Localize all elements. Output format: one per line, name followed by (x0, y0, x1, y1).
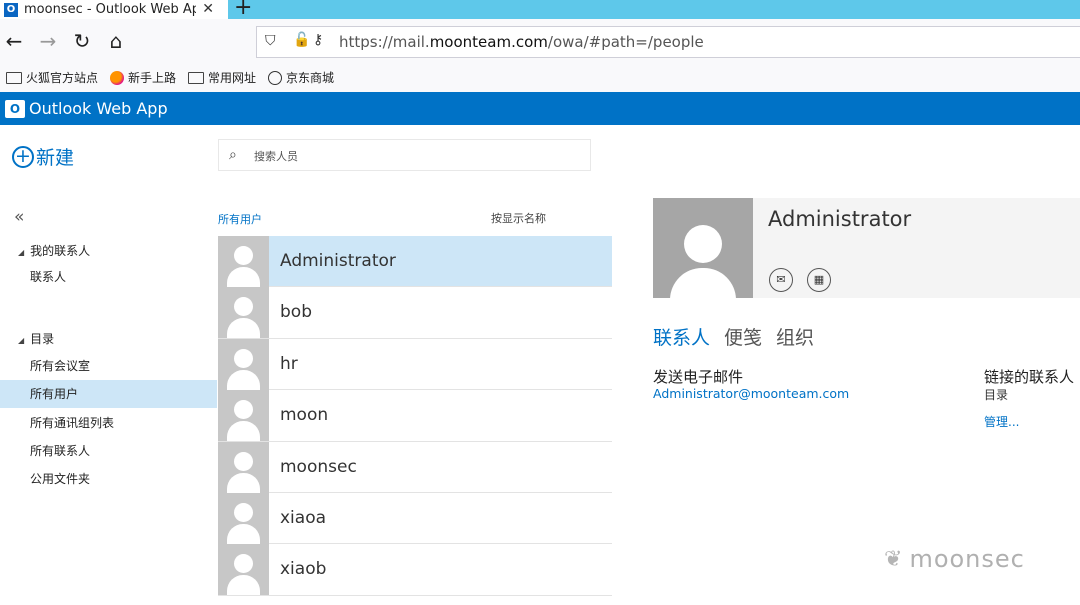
contact-email-link[interactable]: Administrator@moonteam.com (653, 386, 849, 401)
search-placeholder: 搜索人员 (254, 150, 298, 163)
reload-icon[interactable]: ↻ (70, 29, 94, 53)
nav-item-public-folders[interactable]: 公用文件夹 (0, 465, 217, 493)
folder-icon (6, 71, 22, 84)
shield-icon[interactable]: ⛉ (265, 33, 276, 49)
tab-close-icon[interactable]: ✕ (202, 0, 214, 19)
person-name: Administrator (280, 251, 396, 271)
url-bar[interactable]: ⛉ 🔓 ⚷ https://mail.moonteam.com/owa/#pat… (256, 26, 1080, 58)
contact-photo (653, 198, 753, 298)
email-envelope-icon[interactable]: ✉ (769, 268, 793, 292)
avatar (218, 544, 269, 596)
wechat-icon: ❦ (884, 546, 904, 572)
calendar-icon[interactable]: ▦ (807, 268, 831, 292)
bookmark-item[interactable]: 常用网址 (188, 69, 256, 86)
nav-item-all-distribution-lists[interactable]: 所有通讯组列表 (0, 409, 217, 437)
nav-group-my-contacts[interactable]: ◢ 我的联系人 (18, 242, 90, 259)
bookmarks-toolbar: 火狐官方站点 新手上路 常用网址 京东商城 (0, 63, 1080, 92)
linked-contacts-source: 目录 (984, 388, 1009, 402)
bookmark-item[interactable]: 新手上路 (110, 69, 176, 86)
owa-header: O Outlook Web App (0, 92, 1080, 125)
key-icon[interactable]: ⚷ (313, 32, 323, 48)
list-filter-dropdown[interactable]: 所有用户 (218, 211, 262, 227)
url-text[interactable]: https://mail.moonteam.com/owa/#path=/peo… (339, 33, 704, 51)
nav-item-all-rooms[interactable]: 所有会议室 (0, 352, 217, 380)
nav-item-all-contacts[interactable]: 所有联系人 (0, 437, 217, 465)
home-icon[interactable]: ⌂ (104, 29, 128, 53)
watermark: ❦ moonsec (884, 545, 1025, 573)
person-row-bob[interactable]: bob (218, 287, 612, 339)
person-name: xiaob (280, 559, 327, 580)
manage-link[interactable]: 管理... (984, 413, 1019, 430)
contact-name: Administrator (768, 207, 912, 231)
person-name: xiaoa (280, 507, 327, 528)
tab-notes[interactable]: 便笺 (724, 323, 762, 350)
search-people-input[interactable]: ⌕ 搜索人员 (218, 139, 591, 171)
avatar (218, 492, 269, 544)
browser-tab[interactable]: O moonsec - Outlook Web App ✕ (0, 0, 228, 19)
avatar (218, 338, 269, 390)
outlook-favicon-icon: O (4, 2, 18, 17)
collapse-triangle-icon[interactable]: ◢ (18, 336, 24, 345)
linked-contacts-label: 链接的联系人 (984, 368, 1075, 386)
search-icon: ⌕ (229, 147, 237, 163)
tab-strip: O moonsec - Outlook Web App ✕ + (0, 0, 1080, 20)
send-email-label: 发送电子邮件 (653, 368, 744, 386)
lock-warning-icon[interactable]: 🔓 (293, 32, 310, 48)
collapse-pane-icon[interactable]: « (14, 207, 24, 227)
person-row-moon[interactable]: moon (218, 390, 612, 442)
avatar (218, 390, 269, 442)
tab-title: moonsec - Outlook Web App (24, 2, 196, 17)
person-row-administrator[interactable]: Administrator (218, 236, 612, 288)
outlook-logo-icon[interactable]: O (5, 99, 25, 118)
people-list: Administrator bob hr moon moonsec xiaoa … (218, 236, 612, 596)
new-button[interactable]: + 新建 (12, 143, 74, 170)
person-name: moon (280, 405, 329, 426)
globe-icon (268, 70, 283, 85)
bookmark-item[interactable]: 火狐官方站点 (6, 69, 98, 86)
nav-item-contacts[interactable]: 联系人 (0, 263, 217, 291)
forward-arrow-icon[interactable]: → (36, 29, 60, 53)
person-row-moonsec[interactable]: moonsec (218, 441, 612, 493)
new-tab-button[interactable]: + (234, 0, 252, 20)
person-name: hr (280, 353, 298, 374)
avatar (218, 236, 269, 287)
person-row-xiaob[interactable]: xiaob (218, 544, 612, 596)
list-sort-dropdown[interactable]: 按显示名称 (491, 210, 546, 226)
back-arrow-icon[interactable]: ← (2, 29, 26, 53)
avatar (218, 287, 269, 339)
person-row-hr[interactable]: hr (218, 338, 612, 391)
nav-item-all-users[interactable]: 所有用户 (0, 380, 217, 408)
nav-group-directory[interactable]: ◢ 目录 (18, 330, 54, 347)
firefox-icon (110, 70, 125, 85)
avatar (218, 441, 269, 493)
collapse-triangle-icon[interactable]: ◢ (18, 248, 24, 257)
app-title[interactable]: Outlook Web App (29, 99, 168, 118)
person-row-xiaoa[interactable]: xiaoa (218, 492, 612, 545)
contact-detail-tabs: 联系人 便笺 组织 (653, 323, 828, 350)
person-name: bob (280, 302, 312, 323)
tab-contact[interactable]: 联系人 (653, 323, 710, 350)
plus-circle-icon: + (12, 145, 34, 168)
tab-organization[interactable]: 组织 (776, 323, 814, 350)
folder-icon (188, 71, 205, 84)
person-name: moonsec (280, 456, 357, 477)
bookmark-item[interactable]: 京东商城 (268, 69, 334, 86)
